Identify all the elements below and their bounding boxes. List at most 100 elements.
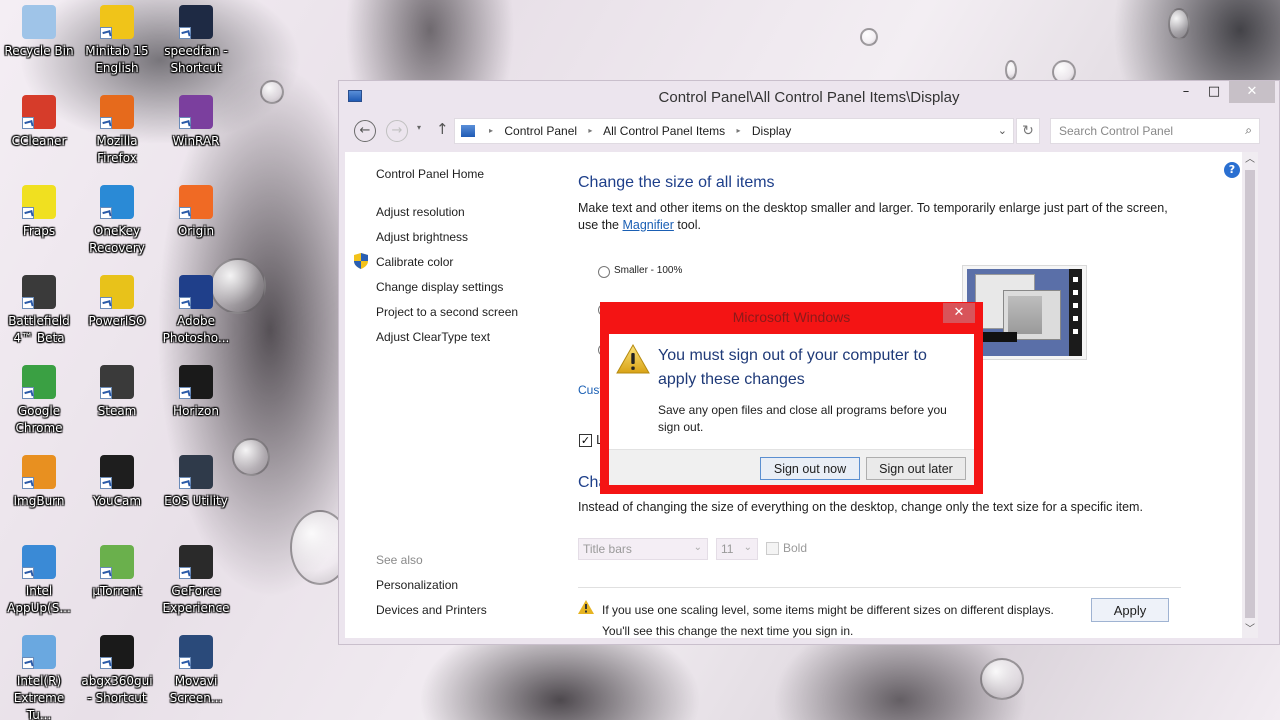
help-icon[interactable]: ? bbox=[1224, 162, 1240, 178]
recent-locations-dropdown[interactable]: ▾ bbox=[417, 123, 421, 132]
desktop-icon[interactable]: YouCam bbox=[78, 455, 156, 510]
desktop-icon[interactable]: Steam bbox=[78, 365, 156, 420]
app-icon bbox=[22, 545, 56, 579]
breadcrumb-separator[interactable]: ▸ bbox=[588, 126, 592, 135]
sidebar-adjust-resolution[interactable]: Adjust resolution bbox=[376, 205, 465, 219]
desktop-icon-label: Origin bbox=[177, 224, 215, 238]
app-icon bbox=[100, 455, 134, 489]
breadcrumb-all-items[interactable]: All Control Panel Items bbox=[603, 124, 725, 138]
scaling-warning: If you use one scaling level, some items… bbox=[602, 600, 1054, 642]
desktop-icon[interactable]: speedfan - Shortcut bbox=[157, 5, 235, 77]
sidebar-control-panel-home[interactable]: Control Panel Home bbox=[376, 167, 484, 181]
breadcrumb-separator[interactable]: ▸ bbox=[489, 126, 493, 135]
up-button[interactable]: ↑ bbox=[436, 120, 449, 138]
apply-button[interactable]: Apply bbox=[1091, 598, 1169, 622]
sidebar-calibrate-color[interactable]: Calibrate color bbox=[376, 255, 453, 269]
vertical-scrollbar[interactable]: ︿ ﹀ bbox=[1242, 152, 1258, 638]
desktop-icon[interactable]: GeForce Experience bbox=[157, 545, 235, 617]
sidebar-personalization[interactable]: Personalization bbox=[376, 578, 458, 592]
section-title-size-all: Change the size of all items bbox=[578, 174, 775, 191]
scroll-up-button[interactable]: ︿ bbox=[1242, 152, 1258, 168]
sign-out-now-button[interactable]: Sign out now bbox=[760, 457, 860, 480]
back-button[interactable]: ← bbox=[354, 120, 376, 142]
sidebar-devices-printers[interactable]: Devices and Printers bbox=[376, 603, 487, 617]
desktop-icon[interactable]: µTorrent bbox=[78, 545, 156, 600]
shortcut-arrow-icon bbox=[179, 207, 191, 219]
magnifier-link[interactable]: Magnifier bbox=[622, 218, 673, 232]
desktop-icon[interactable]: abgx360gui - Shortcut bbox=[78, 635, 156, 707]
app-icon bbox=[179, 455, 213, 489]
address-bar[interactable]: ▸ Control Panel ▸ All Control Panel Item… bbox=[454, 118, 1014, 144]
bold-checkbox[interactable] bbox=[766, 542, 779, 555]
radio-smaller[interactable] bbox=[598, 266, 610, 278]
close-button[interactable]: ✕ bbox=[1229, 81, 1275, 103]
desktop-icon[interactable]: EOS Utility bbox=[157, 455, 235, 510]
shortcut-arrow-icon bbox=[100, 207, 112, 219]
desktop-icon[interactable]: ImgBurn bbox=[0, 455, 78, 510]
forward-button[interactable]: → bbox=[386, 120, 408, 142]
search-box[interactable]: ⌕ bbox=[1050, 118, 1260, 144]
desktop-icon-label: WinRAR bbox=[172, 134, 220, 148]
desktop-icon[interactable]: Recycle Bin bbox=[0, 5, 78, 60]
shortcut-arrow-icon bbox=[179, 657, 191, 669]
desktop-icon[interactable]: Intel(R) Extreme Tu... bbox=[0, 635, 78, 720]
dialog-close-button[interactable]: ✕ bbox=[943, 303, 975, 323]
breadcrumb-display[interactable]: Display bbox=[752, 124, 791, 138]
desktop-icon-label: Mozilla Firefox bbox=[96, 134, 138, 165]
breadcrumb-separator[interactable]: ▸ bbox=[737, 126, 741, 135]
shortcut-arrow-icon bbox=[100, 387, 112, 399]
app-icon bbox=[22, 5, 56, 39]
dialog-title: Microsoft Windows bbox=[732, 309, 851, 325]
warning-icon bbox=[578, 600, 594, 614]
description-text: tool. bbox=[673, 218, 702, 232]
sidebar-adjust-brightness[interactable]: Adjust brightness bbox=[376, 230, 468, 244]
scaling-checkbox[interactable]: ✓ bbox=[579, 434, 592, 447]
chevron-down-icon[interactable]: ⌄ bbox=[998, 124, 1007, 137]
desktop-icon[interactable]: Origin bbox=[157, 185, 235, 240]
desktop-icon[interactable]: Google Chrome bbox=[0, 365, 78, 437]
refresh-button[interactable]: ↻ bbox=[1016, 118, 1040, 144]
desktop-icon[interactable]: Battlefield 4™ Beta bbox=[0, 275, 78, 347]
sidebar-change-display-settings[interactable]: Change display settings bbox=[376, 280, 503, 294]
breadcrumb-control-panel[interactable]: Control Panel bbox=[504, 124, 577, 138]
shortcut-arrow-icon bbox=[22, 477, 34, 489]
desktop-icon[interactable]: Intel AppUp(S... bbox=[0, 545, 78, 617]
sidebar-adjust-cleartype[interactable]: Adjust ClearType text bbox=[376, 330, 490, 344]
custom-sizing-link[interactable]: Cust bbox=[578, 383, 603, 397]
shortcut-arrow-icon bbox=[22, 657, 34, 669]
desktop-icon[interactable]: WinRAR bbox=[157, 95, 235, 150]
shortcut-arrow-icon bbox=[179, 567, 191, 579]
desktop-icon[interactable]: Adobe Photosho... bbox=[157, 275, 235, 347]
search-input[interactable] bbox=[1051, 119, 1231, 143]
desktop-icon[interactable]: PowerISO bbox=[78, 275, 156, 330]
desktop-icon[interactable]: Minitab 15 English bbox=[78, 5, 156, 77]
chevron-down-icon: ⌄ bbox=[693, 542, 702, 553]
desktop-icon[interactable]: Fraps bbox=[0, 185, 78, 240]
search-icon[interactable]: ⌕ bbox=[1245, 123, 1252, 138]
shortcut-arrow-icon bbox=[22, 387, 34, 399]
desktop-icon[interactable]: CCleaner bbox=[0, 95, 78, 150]
app-icon bbox=[179, 545, 213, 579]
desktop-icon[interactable]: Horizon bbox=[157, 365, 235, 420]
app-icon bbox=[22, 95, 56, 129]
control-panel-icon bbox=[461, 125, 475, 137]
bold-label[interactable]: Bold bbox=[783, 541, 807, 555]
title-bar[interactable]: Control Panel\All Control Panel Items\Di… bbox=[339, 81, 1279, 113]
sidebar: Control Panel Home Adjust resolution Adj… bbox=[345, 152, 575, 638]
scroll-down-button[interactable]: ﹀ bbox=[1242, 622, 1258, 638]
maximize-button[interactable]: □ bbox=[1199, 81, 1229, 103]
desktop-icon-label: Fraps bbox=[22, 224, 56, 238]
desktop-icon[interactable]: Mozilla Firefox bbox=[78, 95, 156, 167]
radio-smaller-label[interactable]: Smaller - 100% bbox=[614, 265, 682, 276]
divider bbox=[578, 587, 1181, 588]
desktop-icon[interactable]: Movavi Screen... bbox=[157, 635, 235, 707]
app-icon bbox=[100, 275, 134, 309]
font-size-select[interactable]: 11 ⌄ bbox=[716, 538, 758, 560]
sidebar-project-second-screen[interactable]: Project to a second screen bbox=[376, 305, 518, 319]
minimize-button[interactable]: – bbox=[1171, 81, 1201, 103]
shortcut-arrow-icon bbox=[22, 207, 34, 219]
item-select[interactable]: Title bars ⌄ bbox=[578, 538, 708, 560]
scroll-thumb[interactable] bbox=[1245, 170, 1255, 618]
sign-out-later-button[interactable]: Sign out later bbox=[866, 457, 966, 480]
desktop-icon[interactable]: OneKey Recovery bbox=[78, 185, 156, 257]
